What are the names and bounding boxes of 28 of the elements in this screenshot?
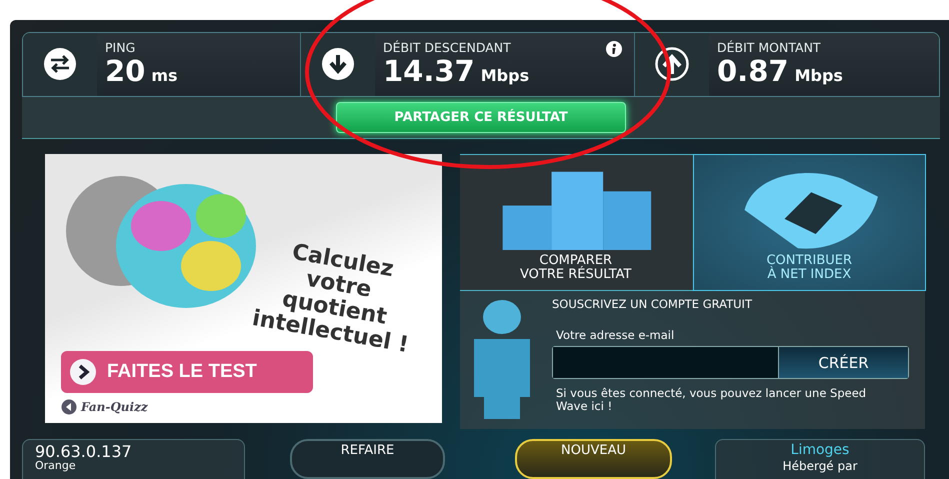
tile-title: COMPARER VOTRE RÉSULTAT (520, 254, 632, 282)
stat-value: 20 (105, 55, 146, 88)
tile-card[interactable]: COMPARER VOTRE RÉSULTAT (460, 155, 692, 290)
new-server-button[interactable]: NOUVEAU (515, 439, 672, 479)
stat-unit: Mbps (480, 66, 530, 86)
retest-button[interactable]: REFAIRE (290, 439, 445, 479)
stat-label: DÉBIT MONTANT (717, 41, 821, 56)
back-circle-icon (61, 399, 77, 415)
ad-test-button[interactable]: FAITES LE TEST (61, 351, 313, 393)
stat-label: PING (105, 41, 136, 56)
ad-brand: Fan-Quizz (81, 400, 148, 414)
stat-value: 0.87 (717, 55, 789, 88)
stat-unit: Mbps (794, 66, 843, 86)
tile-title: CONTRIBUER À NET INDEX (766, 254, 852, 282)
hosted-by-label: Hébergé par (782, 459, 858, 473)
speed-wave-note: Si vous êtes connecté, vous pouvez lancer une Speed Wave ici ! (556, 387, 868, 413)
stat-unit: ms (151, 66, 178, 86)
stat-value: 14.37 (383, 55, 475, 88)
two-arrows-icon (43, 47, 77, 82)
chevron-icon (69, 358, 97, 386)
server-city: Limoges (790, 442, 850, 459)
stat-label: DÉBIT DESCENDANT (383, 41, 511, 56)
info-icon[interactable] (606, 41, 622, 57)
isp-name: Orange (35, 460, 77, 472)
signup-title: SOUSCRIVEZ UN COMPTE GRATUIT (552, 297, 753, 311)
email-label: Votre adresse e-mail (556, 328, 676, 342)
tile-card[interactable]: CONTRIBUER À NET INDEX (694, 155, 925, 290)
ip-address: 90.63.0.137 (35, 443, 133, 460)
